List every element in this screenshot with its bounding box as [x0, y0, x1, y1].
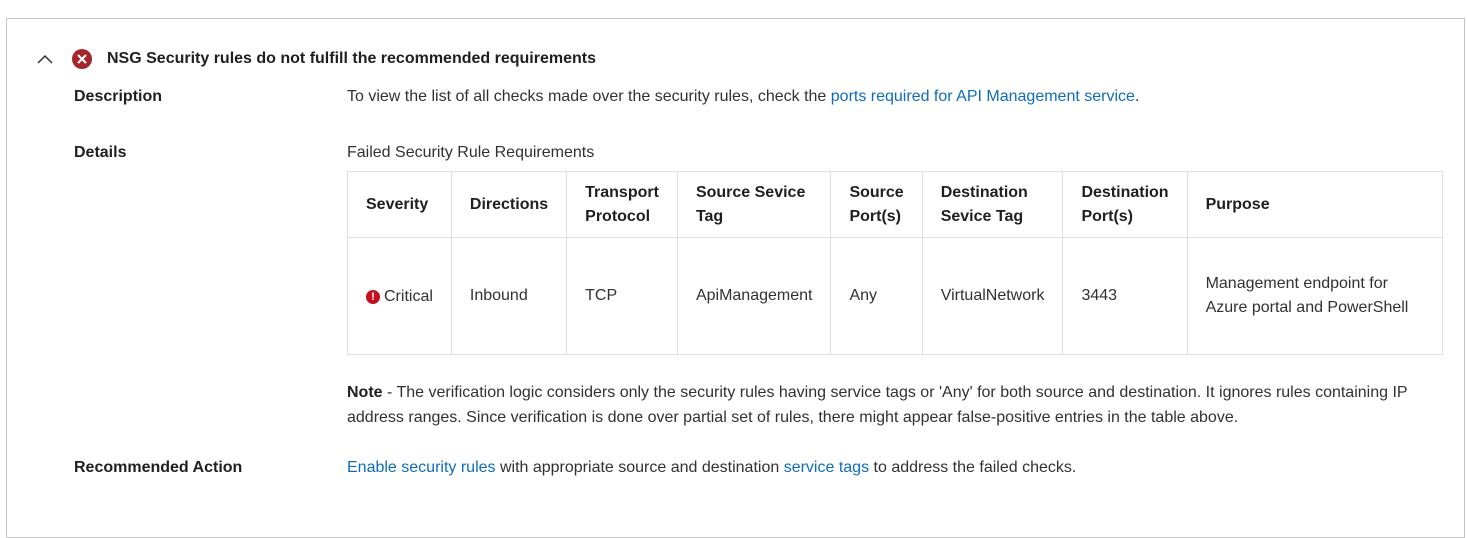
details-subtitle: Failed Security Rule Requirements — [347, 144, 595, 161]
col-directions: Directions — [450, 171, 568, 238]
details-label: Details — [74, 144, 127, 161]
severity-value: Critical — [384, 287, 433, 305]
check-header: NSG Security rules do not fulfill the re… — [36, 47, 596, 71]
col-severity: Severity — [347, 171, 452, 238]
chevron-up-icon[interactable] — [36, 50, 54, 68]
col-destination-ports: Destination Port(s) — [1062, 171, 1188, 238]
ports-required-link[interactable]: ports required for API Management servic… — [831, 88, 1135, 105]
cell-destination-ports: 3443 — [1062, 237, 1188, 355]
cell-destination-tag: VirtualNetwork — [921, 237, 1064, 355]
recommended-action-label: Recommended Action — [74, 459, 243, 476]
verification-note: Note - The verification logic considers … — [347, 380, 1437, 430]
note-text: - The verification logic considers only … — [347, 384, 1408, 426]
recommended-action-text: Enable security rules with appropriate s… — [347, 459, 1076, 477]
check-title: NSG Security rules do not fulfill the re… — [107, 50, 596, 67]
description-text: To view the list of all checks made over… — [347, 88, 1139, 106]
table-row: ! Critical Inbound TCP ApiManagement Any… — [347, 237, 1444, 355]
recommended-text-after: to address the failed checks. — [869, 459, 1077, 476]
severity-badge: ! Critical — [366, 285, 433, 309]
col-transport-protocol: Transport Protocol — [566, 171, 678, 238]
cell-purpose: Management endpoint for Azure portal and… — [1186, 237, 1444, 355]
description-label: Description — [74, 88, 163, 105]
col-destination-service-tag: Destination Sevice Tag — [921, 171, 1064, 238]
enable-security-rules-link[interactable]: Enable security rules — [347, 459, 496, 476]
col-source-service-tag: Source Sevice Tag — [676, 171, 832, 238]
error-circle-icon — [72, 49, 92, 69]
cell-direction: Inbound — [450, 237, 568, 355]
description-text-before: To view the list of all checks made over… — [347, 88, 831, 105]
col-source-ports: Source Port(s) — [830, 171, 923, 238]
cell-severity: ! Critical — [347, 237, 452, 355]
cell-protocol: TCP — [566, 237, 678, 355]
cell-source-tag: ApiManagement — [676, 237, 832, 355]
recommended-text-middle: with appropriate source and destination — [495, 459, 784, 476]
critical-exclamation-icon: ! — [366, 289, 380, 304]
table-header-row: Severity Directions Transport Protocol S… — [347, 171, 1444, 238]
service-tags-link[interactable]: service tags — [784, 459, 869, 476]
description-text-after: . — [1134, 88, 1140, 105]
note-label: Note — [347, 384, 383, 401]
failed-rules-table: Severity Directions Transport Protocol S… — [347, 171, 1444, 355]
col-purpose: Purpose — [1186, 171, 1444, 238]
cell-source-ports: Any — [830, 237, 923, 355]
